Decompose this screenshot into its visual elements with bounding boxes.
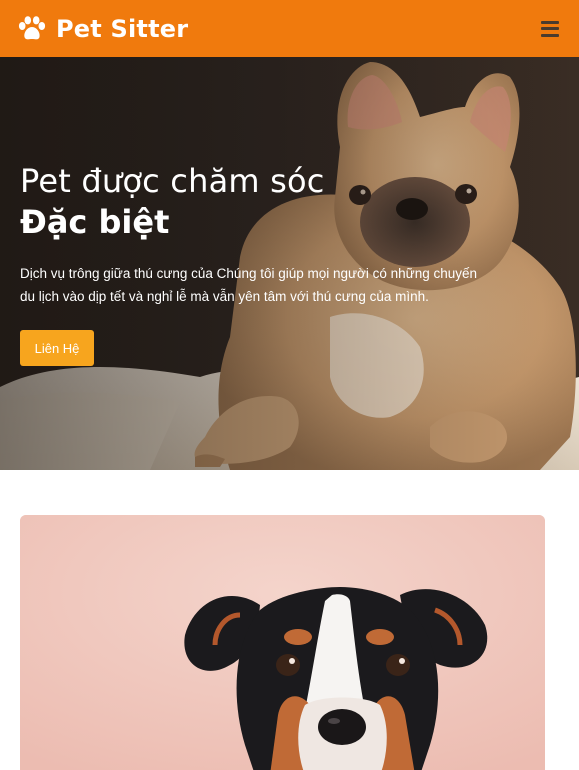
navbar: Pet Sitter [0,0,579,57]
hamburger-menu-icon[interactable] [541,20,559,37]
featured-dog-image [20,515,545,770]
featured-dog-card [20,515,545,770]
hero-title-line1: Pet được chăm sóc [20,162,325,200]
paw-icon [18,15,46,39]
hero-banner: Pet được chăm sóc Đặc biệt Dịch vụ trông… [0,57,579,470]
contact-button[interactable]: Liên Hệ [20,330,94,366]
brand-link[interactable]: Pet Sitter [18,15,188,43]
hero-description: Dịch vụ trông giữa thú cưng của Chúng tô… [20,266,478,304]
brand-name: Pet Sitter [56,14,189,43]
hero-title-line2: Đặc biệt [20,203,170,241]
